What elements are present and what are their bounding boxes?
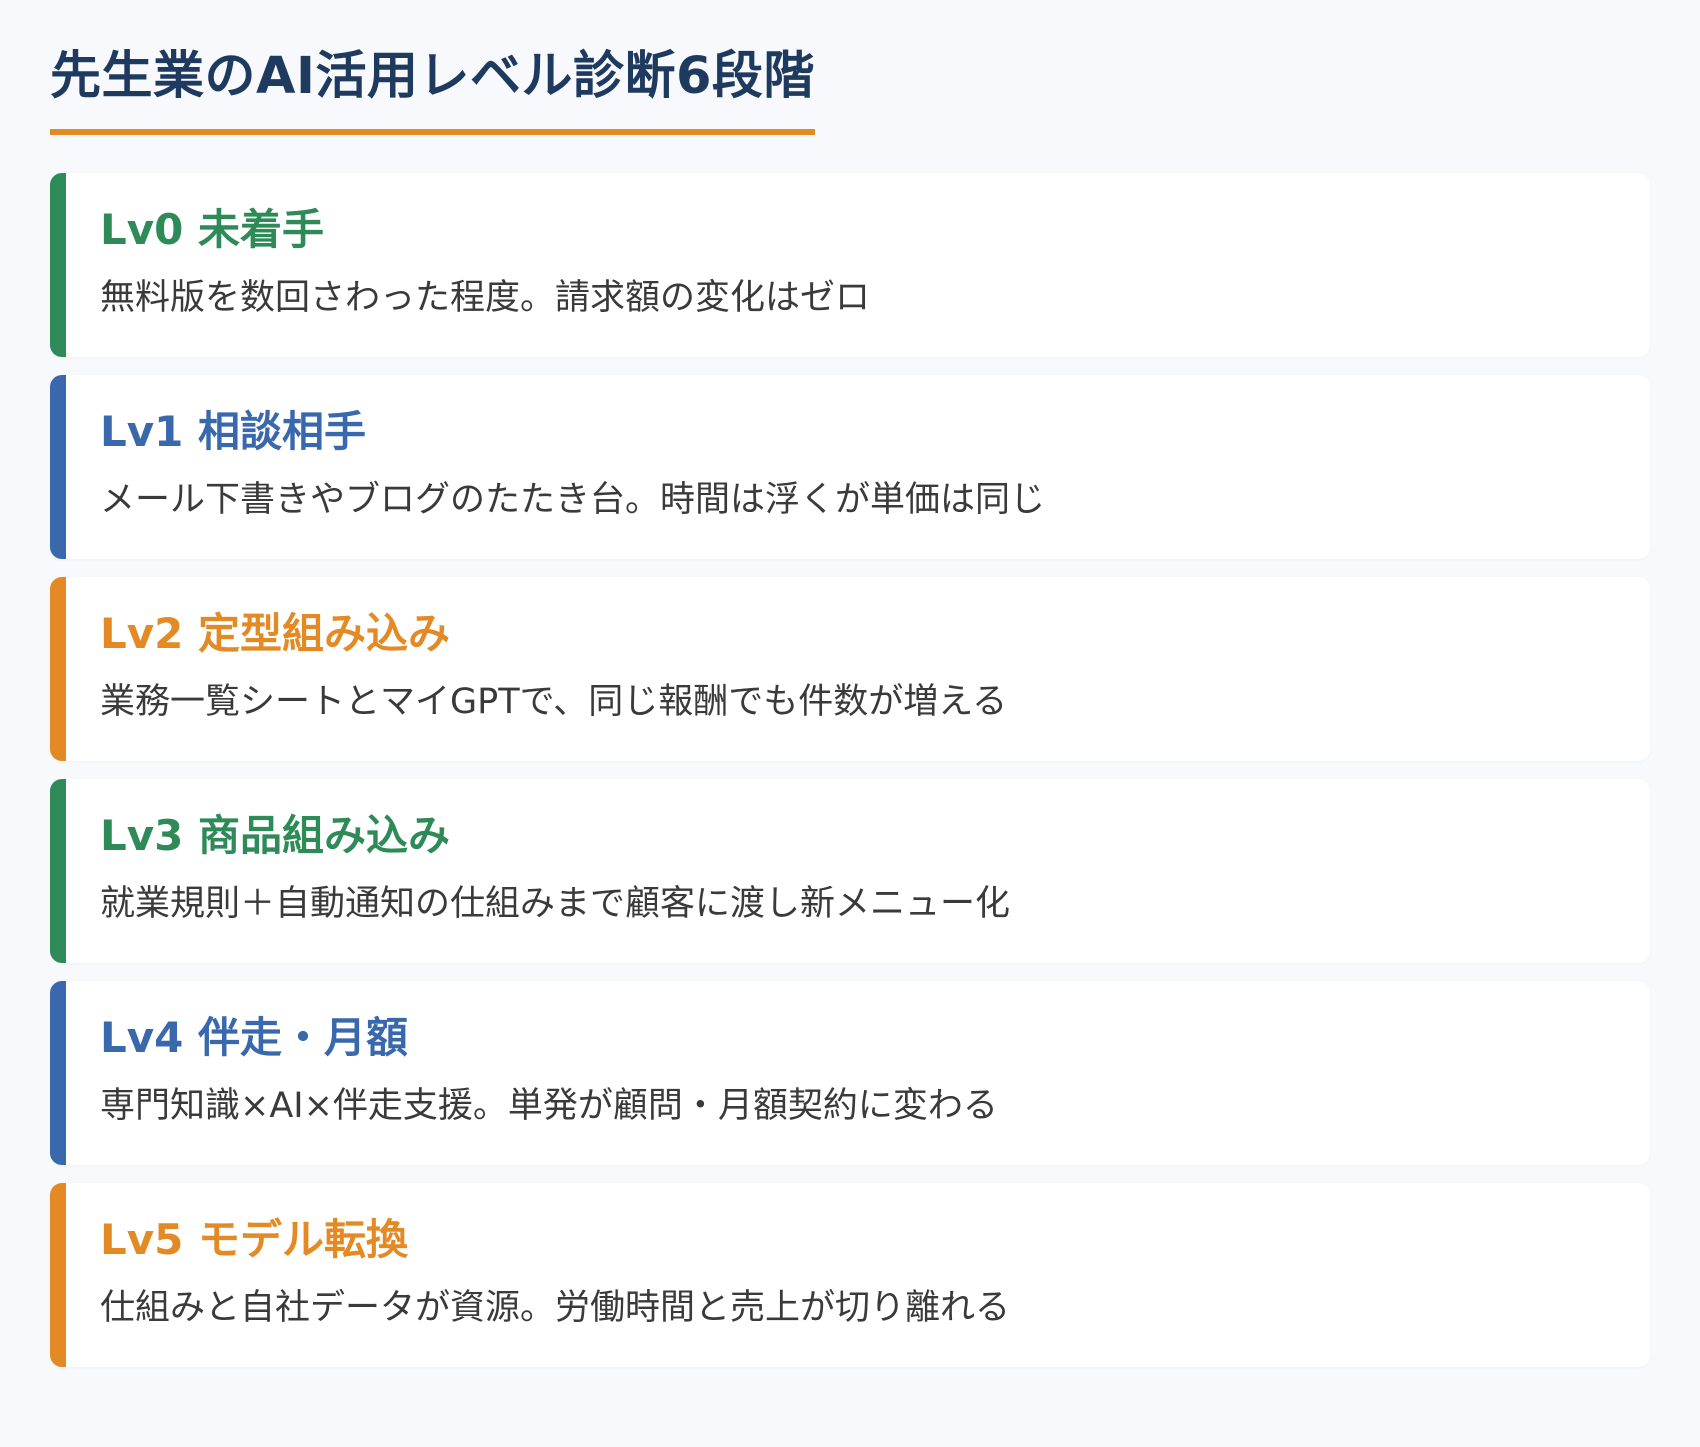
level-title: Lv3 商品組み込み	[100, 811, 450, 861]
level-description: 就業規則＋自動通知の仕組みまで顧客に渡し新メニュー化	[100, 883, 1011, 924]
page-title: 先生業のAI活用レベル診断6段階	[50, 47, 815, 106]
level-title: Lv4 伴走・月額	[100, 1013, 408, 1063]
level-card-lv2: Lv2 定型組み込み 業務一覧シートとマイGPTで、同じ報酬でも件数が増える	[50, 577, 1650, 762]
title-underline: 先生業のAI活用レベル診断6段階	[50, 46, 815, 136]
level-description: 仕組みと自社データが資源。労働時間と売上が切り離れる	[100, 1287, 1011, 1328]
level-card-lv3: Lv3 商品組み込み 就業規則＋自動通知の仕組みまで顧客に渡し新メニュー化	[50, 779, 1650, 964]
level-description: 業務一覧シートとマイGPTで、同じ報酬でも件数が増える	[100, 681, 1008, 722]
level-title: Lv5 モデル転換	[100, 1215, 408, 1265]
level-list: Lv0 未着手 無料版を数回さわった程度。請求額の変化はゼロ Lv1 相談相手 …	[50, 173, 1650, 1368]
level-title: Lv0 未着手	[100, 205, 324, 255]
level-description: 無料版を数回さわった程度。請求額の変化はゼロ	[100, 277, 871, 318]
level-card-lv5: Lv5 モデル転換 仕組みと自社データが資源。労働時間と売上が切り離れる	[50, 1183, 1650, 1368]
level-title: Lv2 定型組み込み	[100, 609, 450, 659]
level-card-lv4: Lv4 伴走・月額 専門知識×AI×伴走支援。単発が顧問・月額契約に変わる	[50, 981, 1650, 1166]
level-description: メール下書きやブログのたたき台。時間は浮くが単価は同じ	[100, 479, 1046, 520]
level-description: 専門知識×AI×伴走支援。単発が顧問・月額契約に変わる	[100, 1085, 998, 1126]
level-card-lv0: Lv0 未着手 無料版を数回さわった程度。請求額の変化はゼロ	[50, 173, 1650, 358]
level-card-lv1: Lv1 相談相手 メール下書きやブログのたたき台。時間は浮くが単価は同じ	[50, 375, 1650, 560]
page: 先生業のAI活用レベル診断6段階 Lv0 未着手 無料版を数回さわった程度。請求…	[0, 0, 1700, 1447]
level-title: Lv1 相談相手	[100, 407, 366, 457]
